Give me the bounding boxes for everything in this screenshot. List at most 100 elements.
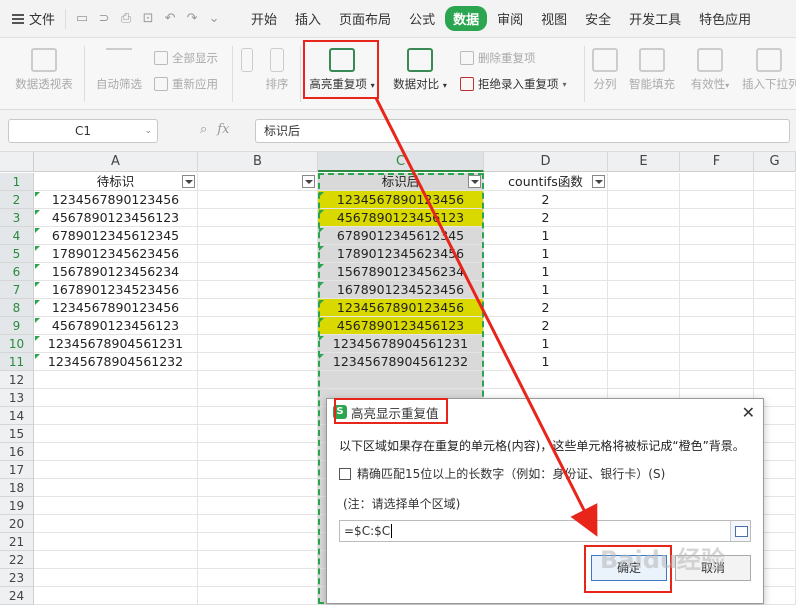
cell-f11[interactable] <box>680 353 754 371</box>
cell-b7[interactable] <box>198 281 318 299</box>
cell-c5[interactable]: 1789012345623456 <box>318 245 484 263</box>
long-number-checkbox[interactable] <box>339 467 351 480</box>
range-select-icon[interactable] <box>730 521 750 541</box>
cell-d2[interactable]: 2 <box>484 191 608 209</box>
cell-f2[interactable] <box>680 191 754 209</box>
cell-a2[interactable]: 1234567890123456 <box>34 191 198 209</box>
cell-b16[interactable] <box>198 443 318 461</box>
cell-a10[interactable]: 12345678904561231 <box>34 335 198 353</box>
cell-a20[interactable] <box>34 515 198 533</box>
cell-g10[interactable] <box>754 335 796 353</box>
row-header[interactable]: 18 <box>0 479 34 497</box>
cell-a5[interactable]: 1789012345623456 <box>34 245 198 263</box>
cell-d12[interactable] <box>484 371 608 389</box>
cell-e1[interactable] <box>608 173 680 191</box>
row-header[interactable]: 12 <box>0 371 34 389</box>
cell-a3[interactable]: 4567890123456123 <box>34 209 198 227</box>
filter-dropdown-icon[interactable] <box>302 175 315 188</box>
cell-a1[interactable]: 待标识 <box>34 173 198 191</box>
cell-b9[interactable] <box>198 317 318 335</box>
filter-dropdown-icon[interactable] <box>592 175 605 188</box>
column-header-c[interactable]: C <box>318 152 484 172</box>
cell-g3[interactable] <box>754 209 796 227</box>
cell-g12[interactable] <box>754 371 796 389</box>
split-column-button[interactable]: 分列 <box>590 48 620 92</box>
column-header-b[interactable]: B <box>198 152 318 172</box>
cell-a12[interactable] <box>34 371 198 389</box>
row-header[interactable]: 24 <box>0 587 34 605</box>
cell-a24[interactable] <box>34 587 198 605</box>
column-header-a[interactable]: A <box>34 152 198 172</box>
undo-icon[interactable]: ↶ <box>162 11 178 27</box>
row-header[interactable]: 15 <box>0 425 34 443</box>
cell-e9[interactable] <box>608 317 680 335</box>
cell-a15[interactable] <box>34 425 198 443</box>
filter-dropdown-icon[interactable] <box>468 175 481 188</box>
cell-b8[interactable] <box>198 299 318 317</box>
cell-g4[interactable] <box>754 227 796 245</box>
cell-b17[interactable] <box>198 461 318 479</box>
delete-duplicates-button[interactable]: 删除重复项 <box>460 50 536 66</box>
row-header[interactable]: 8 <box>0 299 34 317</box>
fx-icon[interactable]: fx <box>217 122 229 137</box>
row-header[interactable]: 13 <box>0 389 34 407</box>
cell-g11[interactable] <box>754 353 796 371</box>
column-header-g[interactable]: G <box>754 152 796 172</box>
cell-a22[interactable] <box>34 551 198 569</box>
row-header[interactable]: 9 <box>0 317 34 335</box>
name-box[interactable]: C1 ⌄ <box>8 119 158 143</box>
cell-a23[interactable] <box>34 569 198 587</box>
cell-e7[interactable] <box>608 281 680 299</box>
cell-g6[interactable] <box>754 263 796 281</box>
cell-g7[interactable] <box>754 281 796 299</box>
cell-b23[interactable] <box>198 569 318 587</box>
cell-b14[interactable] <box>198 407 318 425</box>
cell-g2[interactable] <box>754 191 796 209</box>
cell-a13[interactable] <box>34 389 198 407</box>
cell-f10[interactable] <box>680 335 754 353</box>
autofilter-button[interactable]: 自动筛选 <box>92 48 146 92</box>
row-header[interactable]: 2 <box>0 191 34 209</box>
tab-8[interactable]: 开发工具 <box>621 6 689 31</box>
row-header[interactable]: 20 <box>0 515 34 533</box>
cell-b22[interactable] <box>198 551 318 569</box>
tab-2[interactable]: 页面布局 <box>331 6 399 31</box>
cell-d7[interactable]: 1 <box>484 281 608 299</box>
cell-d9[interactable]: 2 <box>484 317 608 335</box>
row-header[interactable]: 6 <box>0 263 34 281</box>
row-header[interactable]: 11 <box>0 353 34 371</box>
tab-1[interactable]: 插入 <box>287 6 329 31</box>
cell-f1[interactable] <box>680 173 754 191</box>
cell-e10[interactable] <box>608 335 680 353</box>
cell-b24[interactable] <box>198 587 318 605</box>
chevron-down-icon[interactable]: ⌄ <box>206 11 222 27</box>
print-preview-icon[interactable]: ⊡ <box>140 11 156 27</box>
cell-b13[interactable] <box>198 389 318 407</box>
cell-a16[interactable] <box>34 443 198 461</box>
reapply-button[interactable]: 重新应用 <box>154 76 218 92</box>
cell-e2[interactable] <box>608 191 680 209</box>
row-header[interactable]: 16 <box>0 443 34 461</box>
cell-f7[interactable] <box>680 281 754 299</box>
cell-f4[interactable] <box>680 227 754 245</box>
cell-c12[interactable] <box>318 371 484 389</box>
cell-d1[interactable]: countifs函数 <box>484 173 608 191</box>
tab-5[interactable]: 审阅 <box>489 6 531 31</box>
cell-c2[interactable]: 1234567890123456 <box>318 191 484 209</box>
validity-button[interactable]: 有效性▾ <box>686 48 734 92</box>
cell-f3[interactable] <box>680 209 754 227</box>
cell-e3[interactable] <box>608 209 680 227</box>
row-header[interactable]: 3 <box>0 209 34 227</box>
row-header[interactable]: 22 <box>0 551 34 569</box>
row-header[interactable]: 10 <box>0 335 34 353</box>
tab-7[interactable]: 安全 <box>577 6 619 31</box>
cell-a21[interactable] <box>34 533 198 551</box>
cell-a14[interactable] <box>34 407 198 425</box>
cell-a6[interactable]: 1567890123456234 <box>34 263 198 281</box>
sort-button[interactable]: 排序 <box>262 48 292 92</box>
chevron-down-icon[interactable]: ⌄ <box>144 120 152 142</box>
cell-b11[interactable] <box>198 353 318 371</box>
sort-ascending-button[interactable] <box>240 48 254 76</box>
cell-e8[interactable] <box>608 299 680 317</box>
cell-b3[interactable] <box>198 209 318 227</box>
